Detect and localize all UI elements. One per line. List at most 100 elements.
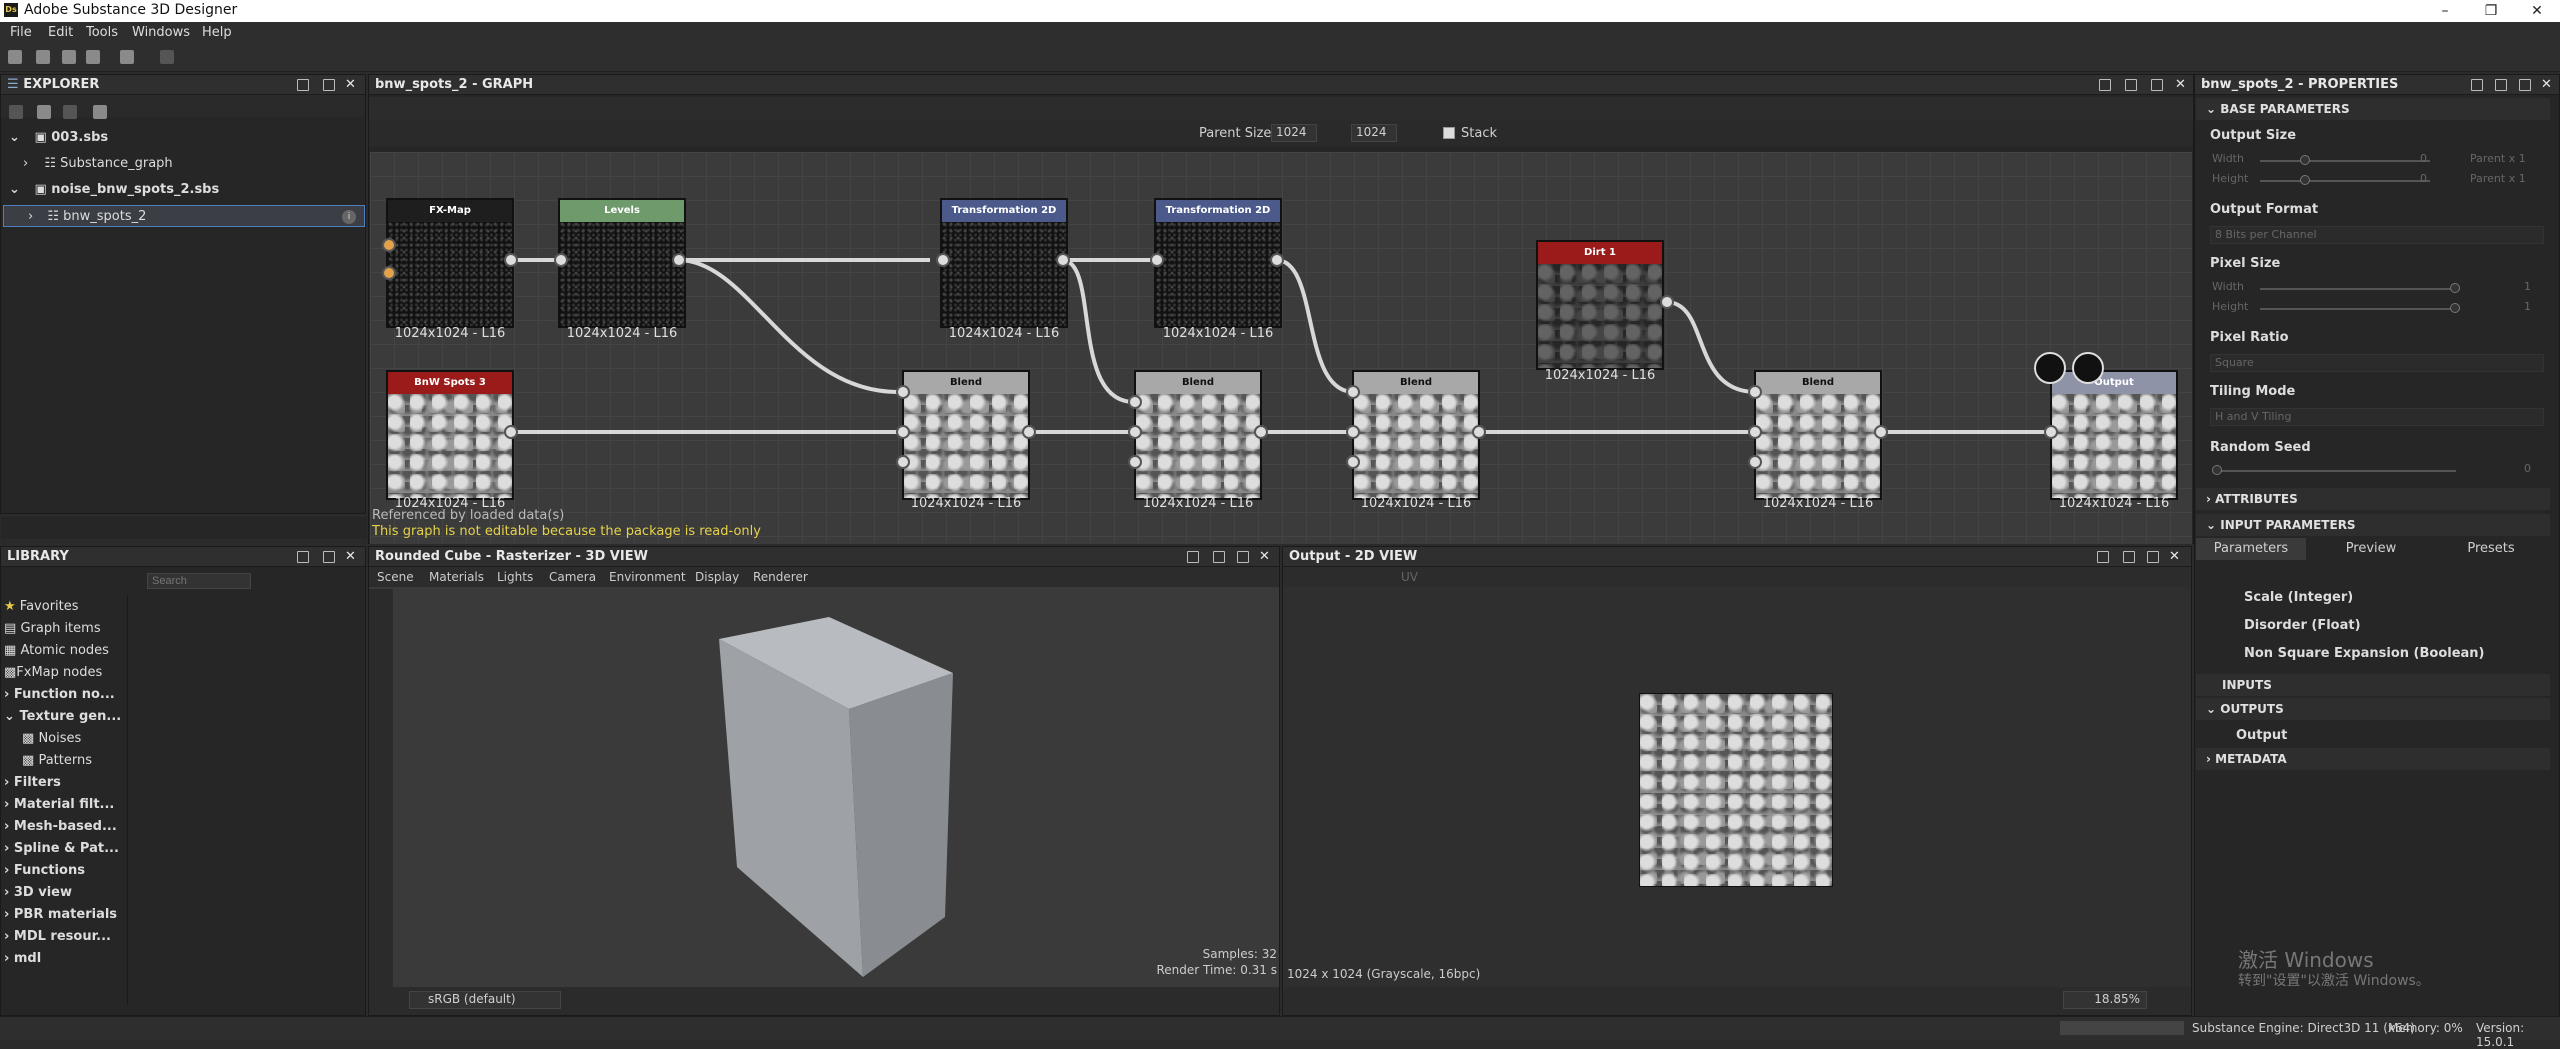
tab-parameters[interactable]: Parameters bbox=[2196, 538, 2306, 560]
float-icon[interactable] bbox=[2495, 79, 2507, 91]
library-item-mesh-based[interactable]: › Mesh-based... bbox=[4, 816, 117, 838]
uv-toggle[interactable]: UV bbox=[1401, 567, 1418, 587]
maximize-icon[interactable] bbox=[2147, 551, 2159, 563]
menu-scene[interactable]: Scene bbox=[377, 567, 414, 587]
open-package-icon[interactable] bbox=[37, 105, 51, 119]
stack-checkbox[interactable] bbox=[1443, 127, 1455, 139]
info-icon[interactable]: i bbox=[342, 210, 356, 224]
input-port[interactable] bbox=[2044, 425, 2058, 439]
library-item-mdl-resources[interactable]: › MDL resour... bbox=[4, 926, 111, 948]
close-icon[interactable]: ✕ bbox=[2169, 547, 2180, 567]
input-port[interactable] bbox=[1128, 395, 1142, 409]
output-port[interactable] bbox=[1874, 425, 1888, 439]
node-transformation-2d[interactable]: Transformation 2D bbox=[940, 198, 1068, 328]
parent-size-select[interactable]: 1024 bbox=[1271, 124, 1317, 142]
library-item-mdl[interactable]: › mdl bbox=[4, 948, 41, 970]
library-item-patterns[interactable]: ▩ Patterns bbox=[22, 750, 92, 772]
library-item-3d-view[interactable]: › 3D view bbox=[4, 882, 72, 904]
menu-materials[interactable]: Materials bbox=[429, 567, 484, 587]
node-output[interactable]: Output bbox=[2050, 370, 2178, 500]
height-slider-knob[interactable] bbox=[2300, 175, 2310, 185]
tree-item-bnw-spots-2[interactable]: › ☷ bnw_spots_2 i bbox=[3, 205, 365, 227]
float-icon[interactable] bbox=[1213, 551, 1225, 563]
new-icon[interactable] bbox=[9, 105, 23, 119]
menu-camera[interactable]: Camera bbox=[549, 567, 596, 587]
outputs-section[interactable]: ⌄ OUTPUTS bbox=[2196, 698, 2550, 720]
metadata-section[interactable]: › METADATA bbox=[2196, 748, 2550, 770]
menu-lights[interactable]: Lights bbox=[497, 567, 533, 587]
node-blend-3[interactable]: Blend bbox=[1352, 370, 1480, 500]
output-port[interactable] bbox=[1270, 253, 1284, 267]
open-icon[interactable] bbox=[62, 50, 76, 64]
input-port[interactable] bbox=[1346, 455, 1360, 469]
output-port[interactable] bbox=[1472, 425, 1486, 439]
param-scale[interactable]: Scale (Integer) bbox=[2244, 590, 2353, 605]
input-port[interactable] bbox=[382, 266, 396, 280]
library-item-functions[interactable]: › Functions bbox=[4, 860, 85, 882]
zoom-field[interactable]: 18.85% bbox=[2063, 991, 2147, 1009]
chevron-down-icon[interactable]: ⌄ bbox=[9, 130, 20, 145]
maximize-icon[interactable] bbox=[2519, 79, 2531, 91]
input-parameters-section[interactable]: ⌄ INPUT PARAMETERS bbox=[2196, 514, 2550, 536]
width-slider[interactable] bbox=[2260, 160, 2430, 162]
tree-item-003-sbs[interactable]: ⌄ ▣ 003.sbs bbox=[9, 127, 108, 149]
library-item-noises[interactable]: ▩ Noises bbox=[22, 728, 81, 750]
height-slider[interactable] bbox=[2260, 180, 2430, 182]
pixel-height-slider[interactable] bbox=[2260, 308, 2460, 310]
random-seed-knob[interactable] bbox=[2212, 465, 2222, 475]
chevron-right-icon[interactable]: › bbox=[28, 209, 33, 224]
pixel-ratio-select[interactable]: Square bbox=[2210, 354, 2544, 372]
node-transformation-2d-b[interactable]: Transformation 2D bbox=[1154, 198, 1282, 328]
output-port[interactable] bbox=[1022, 425, 1036, 439]
maximize-button[interactable]: ❐ bbox=[2468, 0, 2514, 22]
input-port[interactable] bbox=[1748, 425, 1762, 439]
close-icon[interactable]: ✕ bbox=[345, 547, 356, 567]
input-port[interactable] bbox=[896, 385, 910, 399]
maximize-icon[interactable] bbox=[323, 551, 335, 563]
colorspace-select[interactable]: sRGB (default) bbox=[409, 991, 561, 1009]
maximize-icon[interactable] bbox=[2151, 79, 2163, 91]
maximize-icon[interactable] bbox=[1237, 551, 1249, 563]
input-port[interactable] bbox=[554, 253, 568, 267]
menu-windows[interactable]: Windows bbox=[132, 25, 190, 40]
menu-file[interactable]: File bbox=[10, 25, 32, 40]
float-icon[interactable] bbox=[297, 79, 309, 91]
menu-tools[interactable]: Tools bbox=[86, 25, 118, 40]
tree-item-substance-graph[interactable]: › ☷ Substance_graph bbox=[23, 153, 173, 175]
node-bnw-spots-3[interactable]: BnW Spots 3 bbox=[386, 370, 514, 500]
chevron-right-icon[interactable]: › bbox=[23, 156, 28, 171]
param-disorder[interactable]: Disorder (Float) bbox=[2244, 618, 2361, 633]
menu-edit[interactable]: Edit bbox=[48, 25, 73, 40]
node-fx-map[interactable]: FX-Map bbox=[386, 198, 514, 328]
pixel-width-slider[interactable] bbox=[2260, 288, 2460, 290]
input-port[interactable] bbox=[1748, 455, 1762, 469]
input-port[interactable] bbox=[896, 455, 910, 469]
clean-icon[interactable] bbox=[93, 105, 107, 119]
tab-preview[interactable]: Preview bbox=[2316, 538, 2426, 560]
float-icon[interactable] bbox=[2123, 551, 2135, 563]
library-item-graph-items[interactable]: ▤ Graph items bbox=[4, 618, 101, 640]
input-port[interactable] bbox=[1748, 385, 1762, 399]
output-format-select[interactable]: 8 Bits per Channel bbox=[2210, 226, 2544, 244]
node-blend-1[interactable]: Blend bbox=[902, 370, 1030, 500]
library-item-fxmap-nodes[interactable]: ▩FxMap nodes bbox=[4, 662, 102, 684]
width-slider-knob[interactable] bbox=[2300, 155, 2310, 165]
float-icon[interactable] bbox=[2125, 79, 2137, 91]
input-port[interactable] bbox=[382, 238, 396, 252]
output-port[interactable] bbox=[1056, 253, 1070, 267]
save-icon[interactable] bbox=[86, 50, 100, 64]
pin-icon[interactable] bbox=[1187, 551, 1199, 563]
close-icon[interactable]: ✕ bbox=[2175, 75, 2186, 95]
library-item-atomic-nodes[interactable]: ▦ Atomic nodes bbox=[4, 640, 109, 662]
tiling-mode-select[interactable]: H and V Tiling bbox=[2210, 408, 2544, 426]
size-select[interactable]: 1024 bbox=[1351, 124, 1397, 142]
library-item-texture-gen[interactable]: ⌄ Texture gen... bbox=[4, 706, 121, 728]
input-port[interactable] bbox=[896, 425, 910, 439]
inputs-section[interactable]: INPUTS bbox=[2196, 674, 2550, 696]
menu-display[interactable]: Display bbox=[695, 567, 739, 587]
param-non-square-expansion[interactable]: Non Square Expansion (Boolean) bbox=[2244, 646, 2485, 661]
output-port[interactable] bbox=[504, 425, 518, 439]
input-port[interactable] bbox=[1346, 425, 1360, 439]
menu-help[interactable]: Help bbox=[202, 25, 232, 40]
close-icon[interactable]: ✕ bbox=[2541, 75, 2552, 95]
